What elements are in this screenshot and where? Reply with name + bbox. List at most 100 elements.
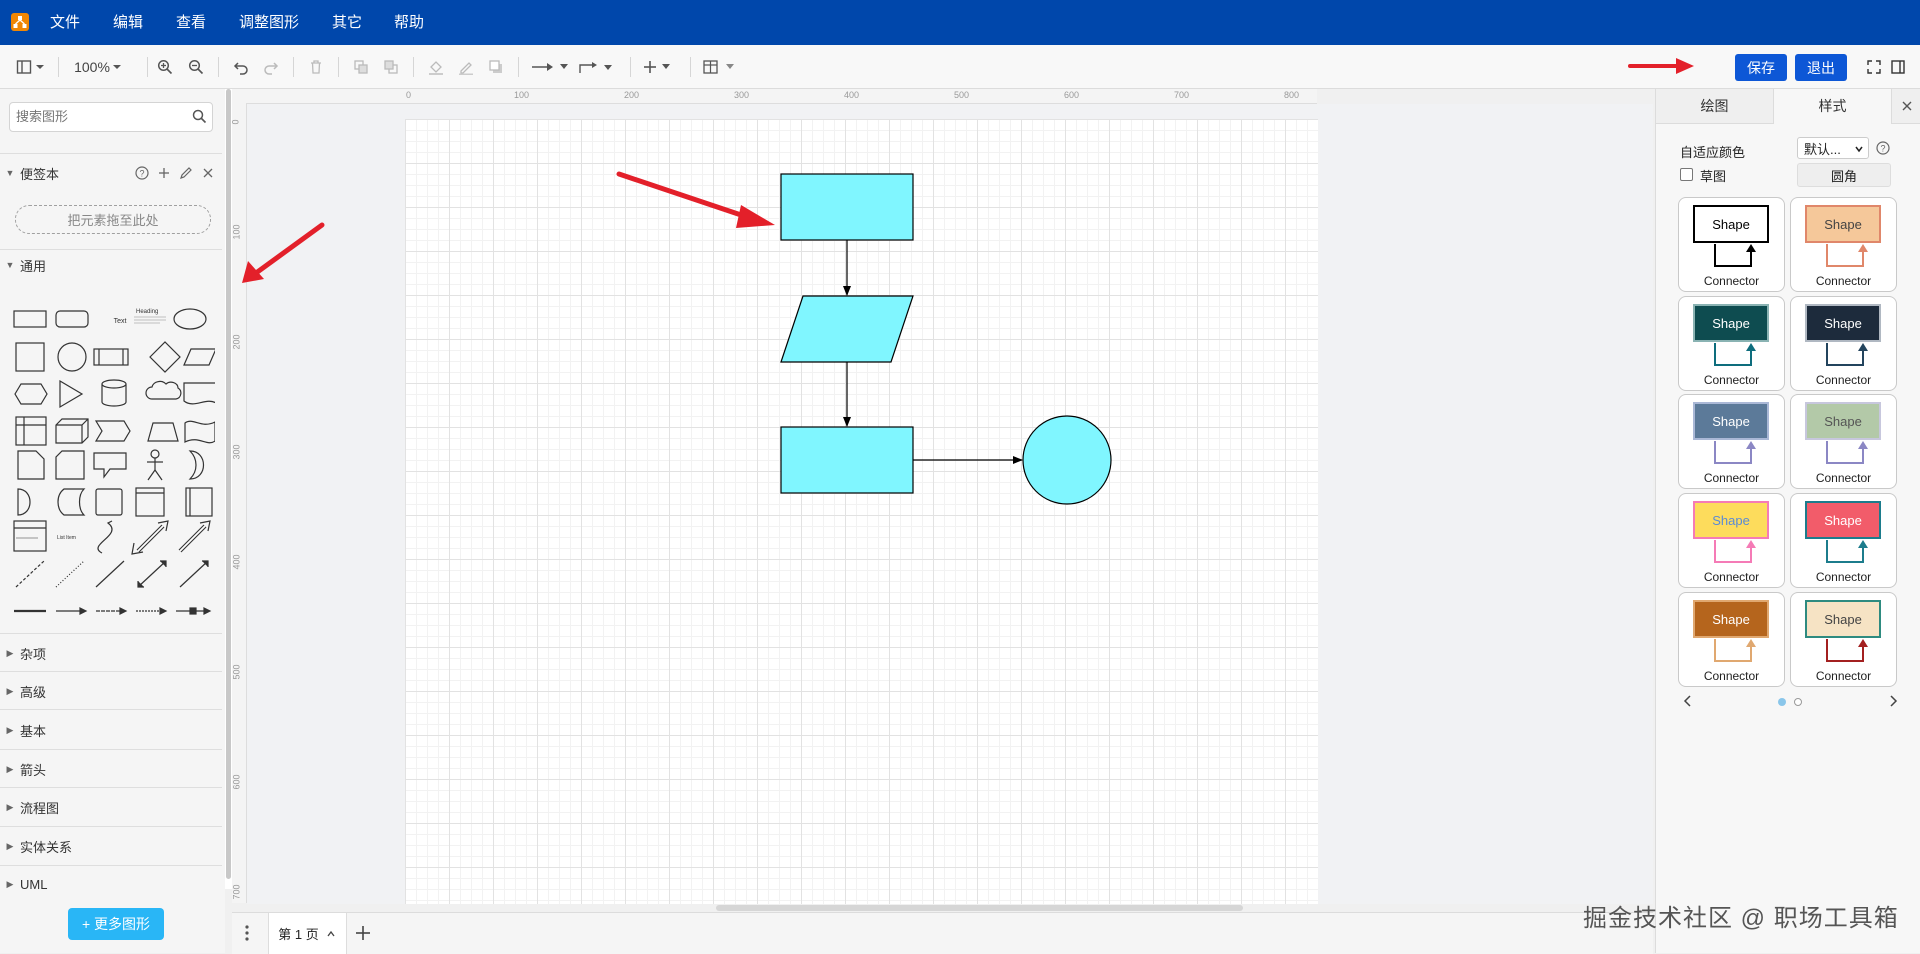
section-uml[interactable]: ▶ UML (0, 870, 222, 898)
save-button[interactable]: 保存 (1735, 54, 1787, 81)
zoom-out-icon (188, 59, 204, 74)
shadow-button[interactable] (485, 45, 507, 88)
caret-right-icon: ▶ (6, 840, 14, 851)
section-misc[interactable]: ▶ 杂项 (0, 639, 222, 667)
style-swatch-connector-line (1714, 540, 1756, 563)
sketch-label: 草图 (1700, 169, 1727, 184)
style-swatch-connector-label: Connector (1703, 471, 1760, 485)
canvas-horizontal-scrollbar[interactable] (716, 905, 1243, 911)
style-swatch[interactable]: Shape Connector (1790, 197, 1897, 292)
tab-diagram[interactable]: 绘图 (1656, 89, 1774, 124)
section-arrows[interactable]: ▶ 箭头 (0, 755, 222, 783)
page-tab-1[interactable]: 第 1 页 (268, 913, 347, 954)
search-input[interactable] (10, 103, 186, 129)
pages-menu-button[interactable] (240, 923, 254, 943)
pager-dot-active[interactable] (1778, 698, 1786, 706)
redo-button[interactable] (260, 45, 282, 88)
chevron-left-icon[interactable] (1682, 694, 1692, 708)
general-title: 通用 (20, 258, 47, 274)
style-swatch[interactable]: Shape Connector (1678, 197, 1785, 292)
general-shapes-palette[interactable]: Text Heading List Item (10, 295, 215, 625)
pager-dot[interactable] (1794, 698, 1802, 706)
style-swatch-shape: Shape (1805, 205, 1881, 243)
connection-style-dropdown[interactable] (530, 45, 574, 88)
zoom-in-button[interactable] (154, 45, 176, 88)
help-icon[interactable]: ? (1876, 141, 1890, 155)
diagram-circle (1022, 415, 1112, 505)
format-panel-toggle-button[interactable] (1888, 45, 1908, 88)
menu-extras[interactable]: 其它 (332, 0, 362, 45)
close-icon[interactable] (201, 166, 215, 180)
caret-down-icon: ▼ (5, 168, 15, 178)
waypoints-dropdown[interactable] (578, 45, 620, 88)
exit-button[interactable]: 退出 (1795, 54, 1847, 81)
table-dropdown[interactable] (702, 45, 742, 88)
adaptive-color-label: 自适应颜色 (1680, 145, 1746, 160)
general-header[interactable]: ▼ 通用 (0, 251, 222, 279)
section-basic[interactable]: ▶ 基本 (0, 716, 222, 744)
more-shapes-button[interactable]: + 更多图形 (68, 908, 164, 940)
add-icon[interactable] (157, 166, 171, 180)
zoom-dropdown[interactable]: 100% (66, 45, 132, 88)
diagram-canvas[interactable] (247, 104, 1653, 904)
pencil-icon (459, 61, 473, 75)
style-swatch-connector-line (1826, 441, 1868, 464)
sidebar-toggle-button[interactable] (12, 45, 48, 88)
style-swatch[interactable]: Shape Connector (1790, 394, 1897, 489)
rounded-button[interactable]: 圆角 (1797, 163, 1891, 187)
menu-view[interactable]: 查看 (176, 0, 206, 45)
plus-icon (644, 60, 670, 73)
section-advanced[interactable]: ▶ 高级 (0, 677, 222, 705)
zoom-out-button[interactable] (185, 45, 207, 88)
close-panel-button[interactable] (1891, 89, 1920, 124)
fill-color-button[interactable] (425, 45, 447, 88)
style-swatch-shape: Shape (1805, 304, 1881, 342)
style-swatch[interactable]: Shape Connector (1790, 493, 1897, 588)
sidebar-scrollbar[interactable] (225, 89, 232, 889)
style-swatch[interactable]: Shape Connector (1678, 394, 1785, 489)
add-page-button[interactable] (354, 924, 372, 942)
menu-file[interactable]: 文件 (50, 0, 80, 45)
search-icon[interactable] (192, 109, 207, 124)
style-swatch[interactable]: Shape Connector (1678, 493, 1785, 588)
section-flowchart[interactable]: ▶ 流程图 (0, 793, 222, 821)
waypoint-icon (579, 61, 612, 73)
diagram-layer[interactable] (247, 104, 1653, 904)
section-entity-relation[interactable]: ▶ 实体关系 (0, 832, 222, 860)
line-color-button[interactable] (455, 45, 477, 88)
menu-help[interactable]: 帮助 (394, 0, 424, 45)
delete-button[interactable] (305, 45, 327, 88)
edit-icon[interactable] (179, 166, 193, 180)
shape-search (9, 102, 213, 132)
style-swatch[interactable]: Shape Connector (1678, 296, 1785, 391)
shape-cylinder (101, 379, 127, 407)
to-back-button[interactable] (380, 45, 402, 88)
style-swatch[interactable]: Shape Connector (1790, 296, 1897, 391)
shape-connector-3 (136, 607, 168, 615)
adaptive-color-select[interactable]: 默认... (1797, 137, 1869, 159)
chevron-right-icon[interactable] (1889, 694, 1899, 708)
to-front-button[interactable] (350, 45, 372, 88)
shape-heading-sample: Heading (136, 309, 158, 315)
annotation-arrow-save (1628, 58, 1694, 74)
tab-style[interactable]: 样式 (1774, 89, 1891, 123)
style-swatch[interactable]: Shape Connector (1790, 592, 1897, 687)
sketch-checkbox[interactable] (1680, 168, 1693, 181)
ruler-top: 0 100 200 300 400 500 600 700 800 (232, 89, 1317, 104)
shape-arrow (178, 520, 211, 553)
shape-actor (147, 449, 163, 481)
shadow-icon (489, 59, 502, 73)
menu-edit[interactable]: 编辑 (113, 0, 143, 45)
shape-bidirectional-arrow (131, 520, 169, 555)
help-icon[interactable]: ? (135, 166, 149, 180)
scratchpad-dropzone[interactable]: 把元素拖至此处 (15, 205, 211, 234)
shape-internal-storage (15, 416, 47, 446)
redo-icon (264, 61, 279, 75)
toolbar: 100% 保存 退出 (0, 45, 1920, 89)
fullscreen-button[interactable] (1864, 45, 1884, 88)
menu-arrange[interactable]: 调整图形 (239, 0, 299, 45)
shape-rounded-rectangle (55, 310, 89, 328)
style-swatch[interactable]: Shape Connector (1678, 592, 1785, 687)
insert-dropdown[interactable] (642, 45, 678, 88)
undo-button[interactable] (230, 45, 252, 88)
